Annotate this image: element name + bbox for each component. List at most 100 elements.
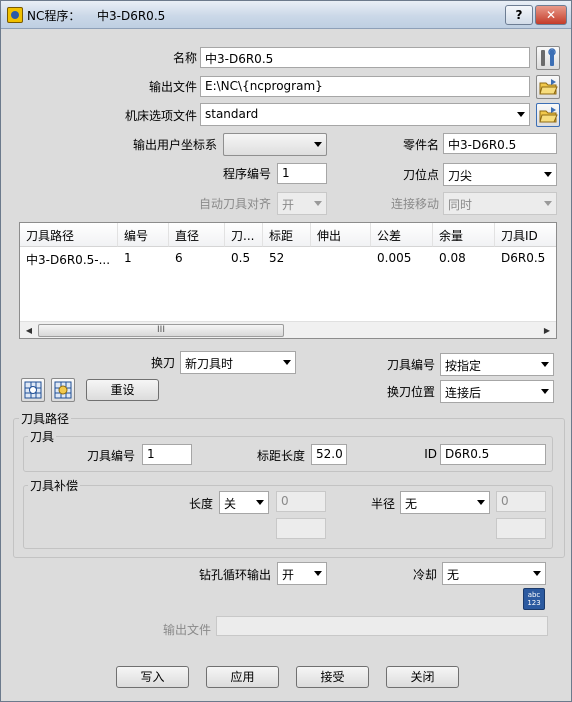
program-number-input[interactable]: 1 [277,163,327,184]
folder-open-icon [539,79,558,95]
column-header[interactable]: 编号 [118,223,169,247]
length-comp-select[interactable]: 关 [219,491,269,514]
tool-id-label: ID [424,447,437,461]
column-header[interactable]: 刀具路径 [20,223,118,247]
change-position-label: 换刀位置 [386,385,435,399]
machine-option-select[interactable]: standard [200,103,530,126]
length-comp-number: 0 [276,491,326,512]
bottom-output-file-input [216,616,548,636]
wrench-icon [541,48,556,66]
link-move-value: 同时 [448,198,473,212]
tool-number-input[interactable]: 1 [142,444,192,465]
name-input[interactable]: 中3-D6R0.5 [200,47,530,68]
chevron-down-icon [544,201,552,206]
output-ucs-label: 输出用户坐标系 [132,138,217,152]
radius-label: 半径 [370,497,395,511]
window-title: NC程序： [27,9,81,23]
column-header[interactable]: 直径 [169,223,225,247]
column-header[interactable]: 公差 [371,223,433,247]
scroll-thumb[interactable]: III [38,324,284,337]
machine-option-label: 机床选项文件 [124,109,197,123]
table-cell: 0.08 [439,251,466,265]
output-file-label: 输出文件 [148,80,197,94]
radius-comp-number: 0 [496,491,546,512]
coolant-label: 冷却 [412,568,437,582]
output-ucs-select[interactable] [223,133,327,156]
radius-comp-extra [496,518,546,539]
tool-number-mode-label: 刀具编号 [386,358,435,372]
table-cell: D6R0.5 [501,251,546,265]
app-icon [7,7,23,23]
coolant-value: 无 [447,568,460,582]
column-header[interactable]: 刀... [225,223,263,247]
scroll-right-icon[interactable]: ▶ [541,324,553,337]
program-number-label: 程序编号 [222,167,271,181]
machine-option-value: standard [205,107,259,121]
table-cell: 52 [269,251,285,265]
coolant-select[interactable]: 无 [442,562,546,585]
title-bar[interactable]: NC程序： 中3-D6R0.5 ? ✕ [1,1,571,29]
tool-point-select[interactable]: 刀尖 [443,163,557,186]
chevron-down-icon [541,389,549,394]
chevron-down-icon [314,201,322,206]
help-button[interactable]: ? [505,5,533,25]
write-button[interactable]: 写入 [116,666,189,688]
column-header[interactable]: 余量 [433,223,495,247]
chevron-down-icon [541,362,549,367]
output-file-input[interactable]: E:\NC\{ncprogram} [200,76,530,97]
gauge-length-label: 标距长度 [256,449,305,463]
tool-change-value: 新刀具时 [185,357,234,371]
table-cell: 0.005 [377,251,412,265]
gauge-length-input[interactable]: 52.0 [311,444,347,465]
toolpath-settings-button[interactable] [51,378,75,402]
scroll-left-icon[interactable]: ◀ [23,324,35,337]
toolpath-group-title: 刀具路径 [19,410,72,427]
auto-tool-align-label: 自动刀具对齐 [198,197,271,211]
close-button[interactable]: 关闭 [386,666,459,688]
chevron-down-icon [256,500,264,505]
chevron-down-icon [283,360,291,365]
table-cell: 中3-D6R0.5-... [26,253,111,267]
toolpath-view-button[interactable] [21,378,45,402]
chevron-down-icon [517,112,525,117]
apply-button[interactable]: 应用 [206,666,279,688]
drill-cycle-value: 开 [282,568,295,582]
bottom-output-file-label: 输出文件 [162,623,211,637]
grid-icon [24,381,42,399]
drill-cycle-label: 钻孔循环输出 [198,568,271,582]
length-comp-extra [276,518,326,539]
reset-button[interactable]: 重设 [86,379,159,401]
column-header[interactable]: 刀具ID [495,223,556,247]
part-name-input[interactable]: 中3-D6R0.5 [443,133,557,154]
tool-change-select[interactable]: 新刀具时 [180,351,296,374]
tool-number-mode-select[interactable]: 按指定 [440,353,554,376]
tool-point-label: 刀位点 [402,168,439,182]
chevron-down-icon [533,571,541,576]
column-header[interactable]: 伸出 [311,223,371,247]
link-move-select: 同时 [443,192,557,215]
chevron-down-icon [314,142,322,147]
auto-tool-align-select: 开 [277,192,327,215]
chevron-down-icon [314,571,322,576]
table-cell: 6 [175,251,183,265]
tool-point-value: 刀尖 [448,169,473,183]
part-name-label: 零件名 [402,138,439,152]
accept-button[interactable]: 接受 [296,666,369,688]
browse-machine-option-button[interactable] [536,103,560,127]
tool-id-input[interactable]: D6R0.5 [440,444,546,465]
grid-settings-icon [54,381,72,399]
radius-comp-select[interactable]: 无 [400,491,490,514]
tool-number-label: 刀具编号 [86,449,135,463]
tool-settings-button[interactable] [536,46,560,70]
browse-output-button[interactable] [536,75,560,99]
change-position-select[interactable]: 连接后 [440,380,554,403]
close-window-button[interactable]: ✕ [535,5,567,25]
horizontal-scrollbar[interactable]: ◀ III ▶ [20,321,556,338]
abc-123-icon[interactable]: abc 123 [523,588,545,610]
drill-cycle-select[interactable]: 开 [277,562,327,585]
radius-comp-value: 无 [405,497,418,511]
table-cell: 0.5 [231,251,251,265]
toolpath-table[interactable]: 刀具路径 编号 直径 刀... 标距 伸出 公差 余量 刀具ID 中3-D6R0… [19,222,557,339]
table-cell: 1 [124,251,132,265]
column-header[interactable]: 标距 [263,223,311,247]
